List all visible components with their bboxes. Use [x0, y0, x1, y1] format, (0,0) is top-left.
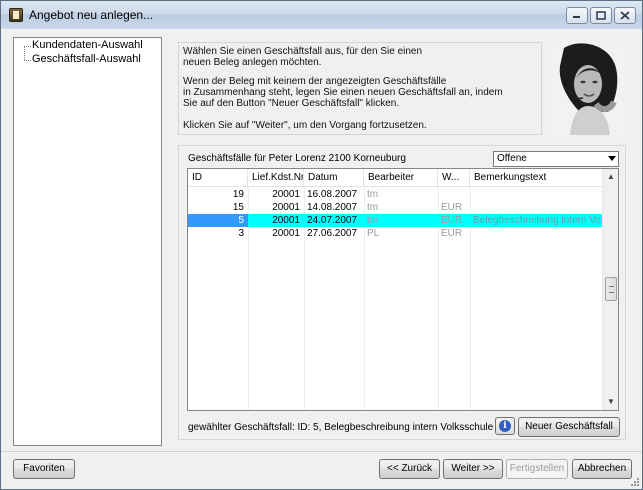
wizard-step-tree: Kundendaten-Auswahl Geschäftsfall-Auswah… — [13, 37, 162, 446]
chevron-down-icon — [608, 156, 616, 161]
cell-id: 5 — [238, 215, 244, 226]
support-agent-photo — [550, 42, 624, 135]
minimize-button[interactable] — [566, 7, 588, 24]
resize-grip-icon[interactable] — [630, 477, 640, 487]
cell-datum: 14.08.2007 — [307, 202, 358, 213]
info-icon: i — [499, 420, 511, 432]
cell-kdst: 20001 — [272, 215, 300, 226]
cell-id: 19 — [232, 189, 244, 200]
close-icon — [620, 11, 630, 20]
status-filter-value: Offene — [497, 153, 527, 164]
instructions-box: Wählen Sie einen Geschäftsfall aus, für … — [178, 42, 542, 135]
cell-bemerkung: Belegbeschreibung intern Volks — [473, 215, 601, 226]
cell-kdst: 20001 — [272, 202, 300, 213]
tree-connector — [24, 46, 25, 60]
scroll-down-icon[interactable]: ▼ — [603, 394, 618, 410]
cell-bearbeiter: tm — [367, 215, 379, 226]
cell-bearbeiter: tm — [367, 189, 379, 200]
cell-bearbeiter: tm — [367, 202, 379, 213]
cell-id: 15 — [232, 202, 244, 213]
cell-bemerkung — [473, 188, 601, 201]
status-filter-dropdown[interactable]: Offene — [493, 151, 619, 167]
table-row[interactable]: 15 20001 14.08.2007 tm EUR — [188, 201, 602, 214]
column-header-bemerkung[interactable]: Bemerkungstext — [470, 169, 602, 187]
minimize-icon — [573, 16, 580, 18]
cell-waehrung: EUR — [441, 215, 463, 226]
app-icon — [9, 8, 23, 22]
new-case-button[interactable]: Neuer Geschäftsfall — [518, 417, 620, 437]
cell-datum: 24.07.2007 — [307, 215, 358, 226]
cell-waehrung — [441, 188, 469, 201]
column-header-kdst[interactable]: Lief.Kdst.Nr — [248, 169, 304, 187]
cell-bearbeiter: PL — [367, 228, 380, 239]
table-row[interactable]: 3 20001 27.06.2007 PL EUR — [188, 227, 602, 240]
business-case-caption: Geschäftsfälle für Peter Lorenz 2100 Kor… — [188, 153, 406, 164]
tree-item-kundendaten[interactable]: Kundendaten-Auswahl — [32, 39, 143, 51]
title-bar[interactable]: Angebot neu anlegen... — [1, 1, 642, 29]
cell-datum: 27.06.2007 — [307, 228, 358, 239]
selected-case-status: gewählter Geschäftsfall: ID: 5, Belegbes… — [188, 422, 494, 433]
maximize-icon — [596, 11, 606, 20]
finish-button[interactable]: Fertigstellen — [506, 459, 568, 479]
table-scrollbar[interactable]: ▲ ▼ — [602, 169, 618, 410]
tree-connector — [24, 46, 31, 47]
maximize-button[interactable] — [590, 7, 612, 24]
business-case-table[interactable]: ID Lief.Kdst.Nr Datum Bearbeiter W... Be… — [187, 168, 619, 411]
scrollbar-thumb[interactable] — [605, 277, 617, 301]
info-button[interactable]: i — [495, 417, 515, 435]
column-header-waehrung[interactable]: W... — [438, 169, 470, 187]
next-button[interactable]: Weiter >> — [443, 459, 503, 479]
cell-id: 3 — [238, 228, 244, 239]
table-row-selected[interactable]: 5 20001 24.07.2007 tm EUR Belegbeschreibung i… — [188, 214, 602, 227]
cell-waehrung: EUR — [441, 202, 463, 213]
cancel-button[interactable]: Abbrechen — [572, 459, 632, 479]
column-header-bearbeiter[interactable]: Bearbeiter — [364, 169, 438, 187]
back-button[interactable]: << Zurück — [379, 459, 440, 479]
column-header-datum[interactable]: Datum — [304, 169, 364, 187]
cell-kdst: 20001 — [272, 189, 300, 200]
cell-kdst: 20001 — [272, 228, 300, 239]
instruction-line: neuen Beleg anlegen möchten. — [183, 57, 322, 68]
cell-datum: 16.08.2007 — [307, 189, 358, 200]
cell-bemerkung — [473, 201, 601, 214]
cell-bemerkung — [473, 227, 601, 240]
tree-connector — [24, 60, 31, 61]
table-header: ID Lief.Kdst.Nr Datum Bearbeiter W... Be… — [188, 169, 602, 187]
instruction-line: Klicken Sie auf "Weiter", um den Vorgang… — [183, 120, 427, 131]
table-row[interactable]: 19 20001 16.08.2007 tm — [188, 188, 602, 201]
column-header-id[interactable]: ID — [188, 169, 248, 187]
footer-divider — [1, 451, 642, 452]
dialog-window: Angebot neu anlegen... Kundendaten-Auswa… — [0, 0, 643, 490]
cell-waehrung: EUR — [441, 228, 463, 239]
tree-item-geschaeftsfall[interactable]: Geschäftsfall-Auswahl — [32, 53, 141, 65]
instruction-line: Sie auf den Button "Neuer Geschäftsfall"… — [183, 98, 400, 109]
favorites-button[interactable]: Favoriten — [13, 459, 75, 479]
window-title: Angebot neu anlegen... — [29, 8, 154, 22]
close-button[interactable] — [614, 7, 636, 24]
scroll-up-icon[interactable]: ▲ — [603, 169, 618, 185]
